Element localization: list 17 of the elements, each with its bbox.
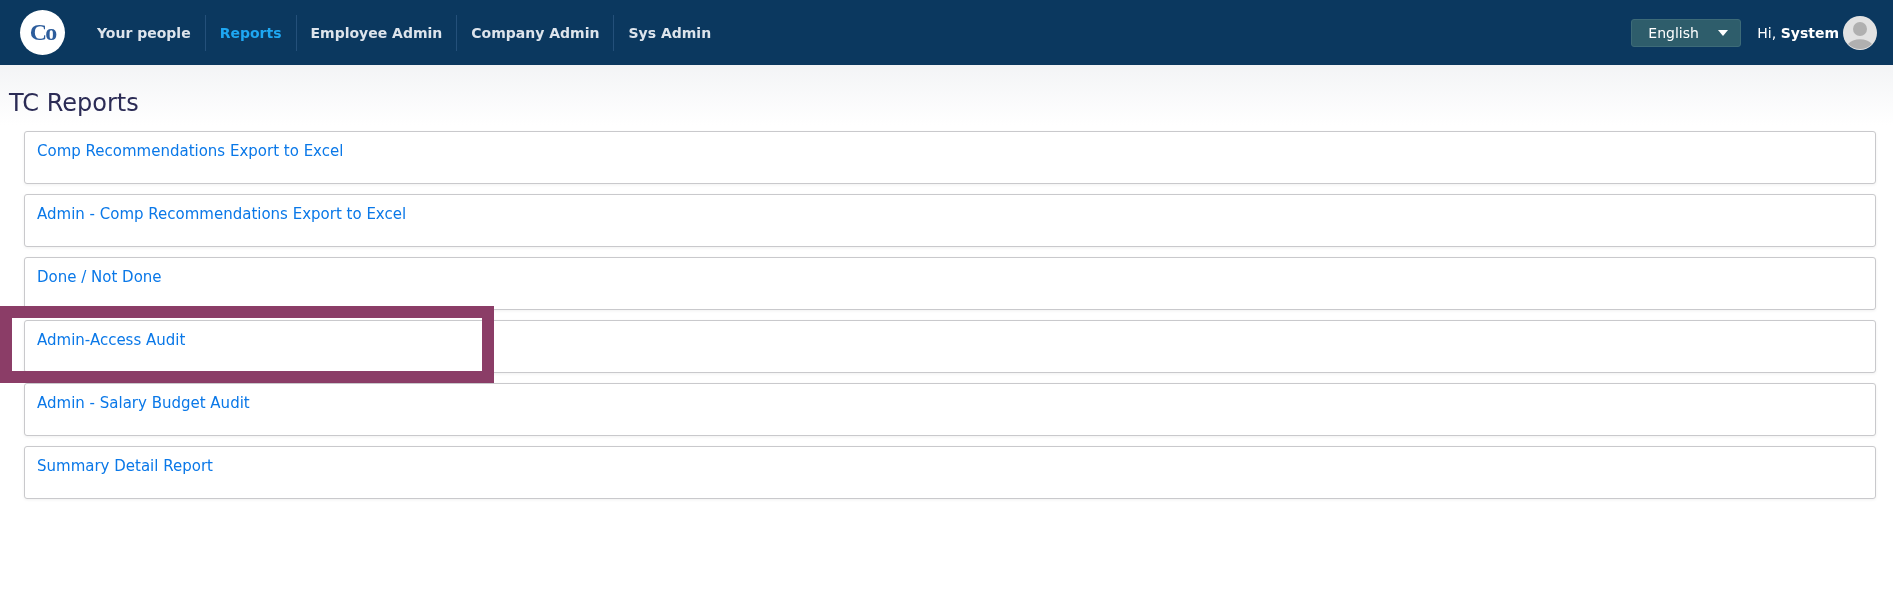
language-dropdown[interactable]: English <box>1631 18 1742 47</box>
user-greeting: Hi, System <box>1757 24 1839 41</box>
nav-link[interactable]: Your people <box>83 14 205 51</box>
report-link[interactable]: Admin - Salary Budget Audit <box>37 393 250 412</box>
nav-link[interactable]: Reports <box>204 14 296 51</box>
report-link[interactable]: Comp Recommendations Export to Excel <box>37 141 344 160</box>
report-link[interactable]: Admin - Comp Recommendations Export to Excel <box>37 204 407 223</box>
caret-icon <box>1718 29 1729 36</box>
report-link[interactable]: Admin-Access Audit <box>37 330 186 349</box>
nav-link[interactable]: Employee Admin <box>295 14 457 51</box>
report-link[interactable]: Done / Not Done <box>37 267 162 286</box>
avatar-icon[interactable] <box>1843 15 1877 50</box>
nav-link[interactable]: Company Admin <box>456 14 614 51</box>
company-logo[interactable]: Co <box>20 10 65 55</box>
nav-link[interactable]: Sys Admin <box>613 14 726 51</box>
page-title: TC Reports <box>9 89 140 117</box>
report-link[interactable]: Summary Detail Report <box>37 456 213 475</box>
